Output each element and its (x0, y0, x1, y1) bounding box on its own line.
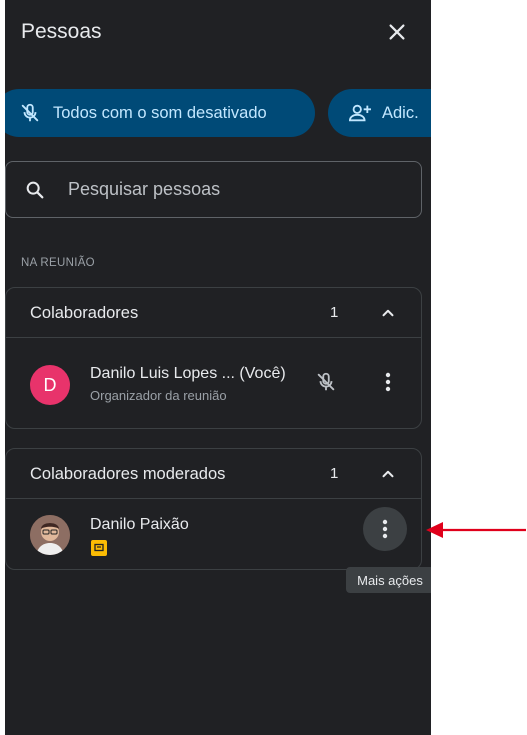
group-collaborators: Colaboradores 1 D Danilo Luis Lopes ... … (5, 287, 422, 429)
section-label-in-meeting: NA REUNIÃO (21, 257, 95, 269)
close-button[interactable] (383, 18, 411, 46)
search-input[interactable] (68, 162, 408, 217)
avatar (30, 515, 70, 555)
group-header[interactable]: Colaboradores moderados 1 (6, 449, 421, 499)
group-count: 1 (330, 304, 339, 321)
group-count: 1 (330, 465, 339, 482)
add-people-label: Adic. (382, 103, 419, 122)
participant-name: Danilo Luis Lopes ... (Você) (90, 365, 286, 382)
chevron-up-icon[interactable] (376, 462, 400, 486)
group-moderated-collaborators: Colaboradores moderados 1 Danilo Paixão (5, 448, 422, 570)
more-actions-button[interactable] (376, 370, 400, 394)
mute-all-label: Todos com o som desativado (53, 103, 267, 122)
more-vert-icon (385, 372, 391, 392)
mic-off-icon (19, 102, 41, 124)
avatar: D (30, 365, 70, 405)
search-icon (24, 179, 46, 206)
add-people-button[interactable]: Adic. (328, 89, 431, 137)
mute-all-button[interactable]: Todos com o som desativado (5, 89, 315, 137)
people-panel: Pessoas Todos com o som desativado Adic. (5, 0, 431, 735)
mic-off-icon (312, 368, 340, 396)
person-add-icon (348, 102, 372, 124)
more-actions-button[interactable] (363, 507, 407, 551)
chevron-up-icon[interactable] (376, 301, 400, 325)
more-vert-icon (382, 519, 388, 539)
search-box[interactable] (5, 161, 422, 218)
group-title: Colaboradores (30, 304, 139, 322)
group-title: Colaboradores moderados (30, 465, 226, 483)
presentation-badge-icon (91, 540, 107, 556)
group-header[interactable]: Colaboradores 1 (6, 288, 421, 338)
tooltip-more-actions: Mais ações (346, 567, 431, 593)
participant-role: Organizador da reunião (90, 388, 227, 403)
annotation-arrow (426, 522, 526, 538)
participant-name: Danilo Paixão (90, 516, 189, 533)
close-icon (389, 24, 405, 40)
panel-title: Pessoas (21, 20, 102, 43)
